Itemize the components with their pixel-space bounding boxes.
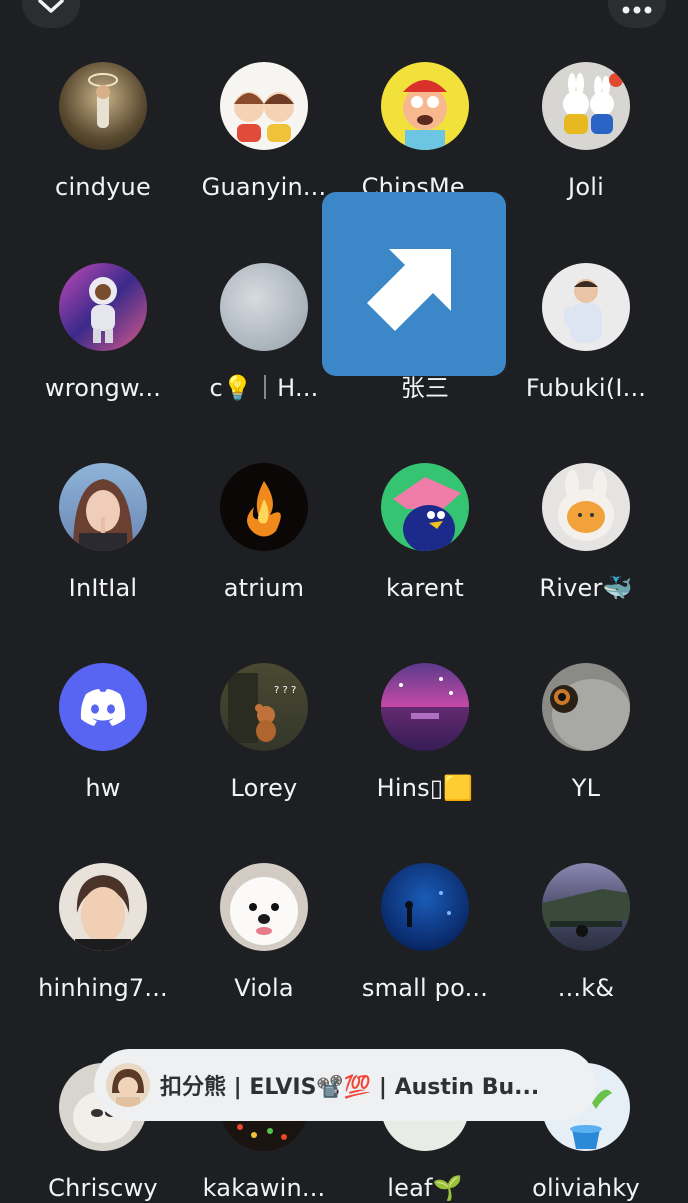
participant-tile[interactable]: wrongw... bbox=[23, 263, 183, 403]
participant-tile[interactable]: River🐳 bbox=[506, 463, 666, 603]
participant-name: Lorey bbox=[230, 774, 298, 802]
participant-name: 张三 bbox=[400, 374, 450, 402]
participant-tile[interactable]: hinhing7... bbox=[23, 863, 183, 1003]
avatar bbox=[106, 1063, 150, 1107]
speaking-names: 扣分熊 | ELVIS📽️💯 | Austin Bu... bbox=[160, 1075, 540, 1100]
avatar bbox=[381, 463, 469, 551]
participant-name: Fubuki(I... bbox=[525, 374, 647, 402]
participant-name: InItIal bbox=[68, 574, 138, 602]
screen-share-overlay[interactable] bbox=[322, 192, 506, 376]
avatar bbox=[59, 863, 147, 951]
participant-tile[interactable]: cindyue bbox=[23, 62, 183, 202]
avatar: ? ? ? bbox=[220, 663, 308, 751]
voice-participants-grid: cindyue Guanyin... ChipsMe... Joli wrong… bbox=[0, 0, 688, 1202]
svg-text:? ? ?: ? ? ? bbox=[274, 685, 296, 696]
participant-tile[interactable]: c💡｜H... bbox=[184, 263, 344, 403]
participant-name: Joli bbox=[568, 173, 604, 201]
participant-tile[interactable]: ChipsMe... bbox=[345, 62, 505, 202]
participant-name: wrongw... bbox=[44, 374, 162, 402]
participant-name: oliviahky bbox=[532, 1174, 640, 1202]
avatar bbox=[542, 62, 630, 150]
participant-name: YL bbox=[571, 774, 601, 802]
participant-name: ...k& bbox=[557, 974, 615, 1002]
avatar bbox=[220, 863, 308, 951]
participant-tile[interactable]: Fubuki(I... bbox=[506, 263, 666, 403]
avatar bbox=[220, 263, 308, 351]
participant-name: River🐳 bbox=[539, 574, 633, 602]
participant-tile[interactable]: small po... bbox=[345, 863, 505, 1003]
avatar bbox=[381, 62, 469, 150]
avatar bbox=[381, 863, 469, 951]
avatar bbox=[542, 663, 630, 751]
avatar bbox=[381, 663, 469, 751]
participant-tile[interactable]: Hins▯🟨 bbox=[345, 663, 505, 803]
avatar bbox=[220, 463, 308, 551]
participant-name: Hins▯🟨 bbox=[376, 774, 474, 802]
participant-name: hinhing7... bbox=[38, 974, 168, 1002]
participant-name: karent bbox=[385, 574, 465, 602]
avatar bbox=[59, 463, 147, 551]
participant-tile[interactable]: YL bbox=[506, 663, 666, 803]
participant-name: leaf🌱 bbox=[387, 1174, 463, 1202]
speaking-participants-banner[interactable]: 扣分熊 | ELVIS📽️💯 | Austin Bu... bbox=[94, 1049, 596, 1121]
participant-tile[interactable]: ...k& bbox=[506, 863, 666, 1003]
participant-tile[interactable]: ? ? ? Lorey bbox=[184, 663, 344, 803]
participant-name: hw bbox=[85, 774, 121, 802]
participant-tile[interactable]: Viola bbox=[184, 863, 344, 1003]
participant-tile[interactable]: hw bbox=[23, 663, 183, 803]
participant-name: small po... bbox=[361, 974, 489, 1002]
avatar bbox=[59, 263, 147, 351]
avatar bbox=[220, 62, 308, 150]
avatar bbox=[59, 663, 147, 751]
avatar bbox=[542, 463, 630, 551]
participant-tile[interactable]: InItIal bbox=[23, 463, 183, 603]
avatar bbox=[542, 263, 630, 351]
participant-name: cindyue bbox=[55, 173, 151, 201]
participant-name: Guanyin... bbox=[201, 173, 327, 201]
participant-tile[interactable]: Guanyin... bbox=[184, 62, 344, 202]
avatar bbox=[59, 62, 147, 150]
participant-name: Chriscwy bbox=[48, 1174, 158, 1202]
participant-tile[interactable]: Joli bbox=[506, 62, 666, 202]
participant-tile[interactable]: atrium bbox=[184, 463, 344, 603]
participant-tile[interactable]: karent bbox=[345, 463, 505, 603]
discord-logo-icon bbox=[80, 689, 126, 726]
participant-name: Viola bbox=[234, 974, 294, 1002]
participant-name: atrium bbox=[223, 574, 305, 602]
participant-name: c💡｜H... bbox=[209, 374, 319, 402]
avatar bbox=[542, 863, 630, 951]
arrow-up-right-icon bbox=[367, 249, 451, 331]
participant-name: kakawin... bbox=[202, 1174, 326, 1202]
